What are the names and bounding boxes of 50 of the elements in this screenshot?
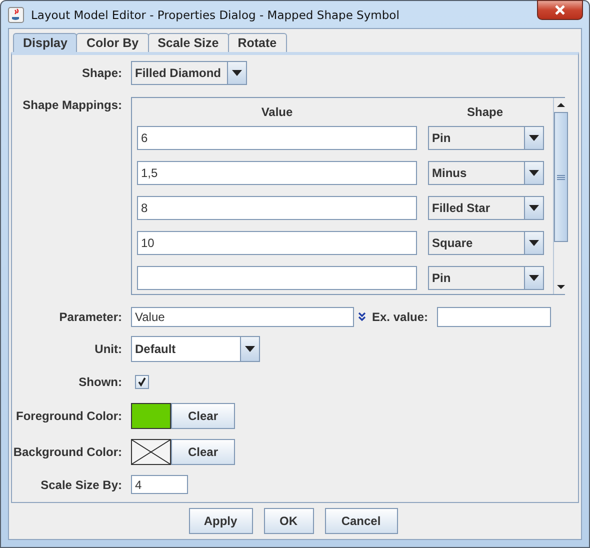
column-header: Shape: [466, 105, 504, 119]
double-chevron-icon[interactable]: [358, 312, 366, 322]
field-label: Shown:: [78, 375, 122, 389]
scale-field[interactable]: 4: [131, 475, 188, 494]
mapping-text-field[interactable]: 1,5: [137, 161, 417, 185]
window-title: Layout Model Editor - Properties Dialog - Mapped Shape Symbol: [31, 8, 400, 22]
mapping-text-field[interactable]: [137, 266, 417, 290]
field-label: Ex. value:: [372, 310, 430, 324]
clear-button[interactable]: Clear: [171, 403, 235, 429]
shape-dropdown[interactable]: Square: [428, 231, 544, 255]
shape-dropdown[interactable]: Filled Diamond: [131, 61, 247, 85]
shape-dropdown[interactable]: Pin: [428, 266, 544, 290]
shape-dropdown[interactable]: Minus: [428, 161, 544, 185]
clear-button[interactable]: Clear: [171, 439, 235, 465]
coffee-cup-icon: [8, 6, 24, 22]
field-label: Scale Size By:: [40, 478, 122, 492]
mapping-text-field[interactable]: 8: [137, 196, 417, 220]
caret-icon: [529, 275, 539, 281]
caret-icon: [245, 346, 255, 352]
parameter-field[interactable]: Value: [131, 307, 354, 327]
field-label: Foreground Color:: [15, 409, 122, 423]
close-icon: [554, 5, 566, 15]
shape-dropdown[interactable]: Filled Star: [428, 196, 544, 220]
dialog-button[interactable]: OK: [264, 508, 314, 534]
unit-dropdown[interactable]: Default: [131, 336, 260, 362]
tab[interactable]: Display: [13, 33, 78, 52]
close-button[interactable]: [537, 0, 583, 20]
mapping-text-field[interactable]: 10: [137, 231, 417, 255]
caret-icon: [529, 205, 539, 211]
tab[interactable]: Color By: [76, 33, 149, 52]
field-label: Background Color:: [12, 445, 122, 459]
scrollbar[interactable]: [553, 98, 568, 294]
dialog-button[interactable]: Cancel: [324, 508, 398, 534]
field-label: Unit:: [94, 342, 122, 356]
caret-icon: [529, 135, 539, 141]
dialog-button[interactable]: Apply: [188, 508, 252, 534]
mapping-text-field[interactable]: 6: [137, 126, 417, 150]
shown-checkbox[interactable]: [135, 375, 149, 389]
field-label: Parameter:: [58, 310, 122, 324]
caret-icon: [232, 70, 242, 76]
tab[interactable]: Rotate: [228, 33, 287, 52]
field-label: Shape Mappings:: [22, 98, 122, 112]
column-header: Value: [260, 105, 294, 119]
shape-dropdown[interactable]: Pin: [428, 126, 544, 150]
caret-icon: [529, 170, 539, 176]
ex-value-field[interactable]: [437, 307, 551, 327]
field-label: Shape:: [80, 66, 122, 80]
grip-icon: [557, 174, 565, 180]
color-swatch[interactable]: [131, 403, 171, 429]
caret-icon: [529, 240, 539, 246]
